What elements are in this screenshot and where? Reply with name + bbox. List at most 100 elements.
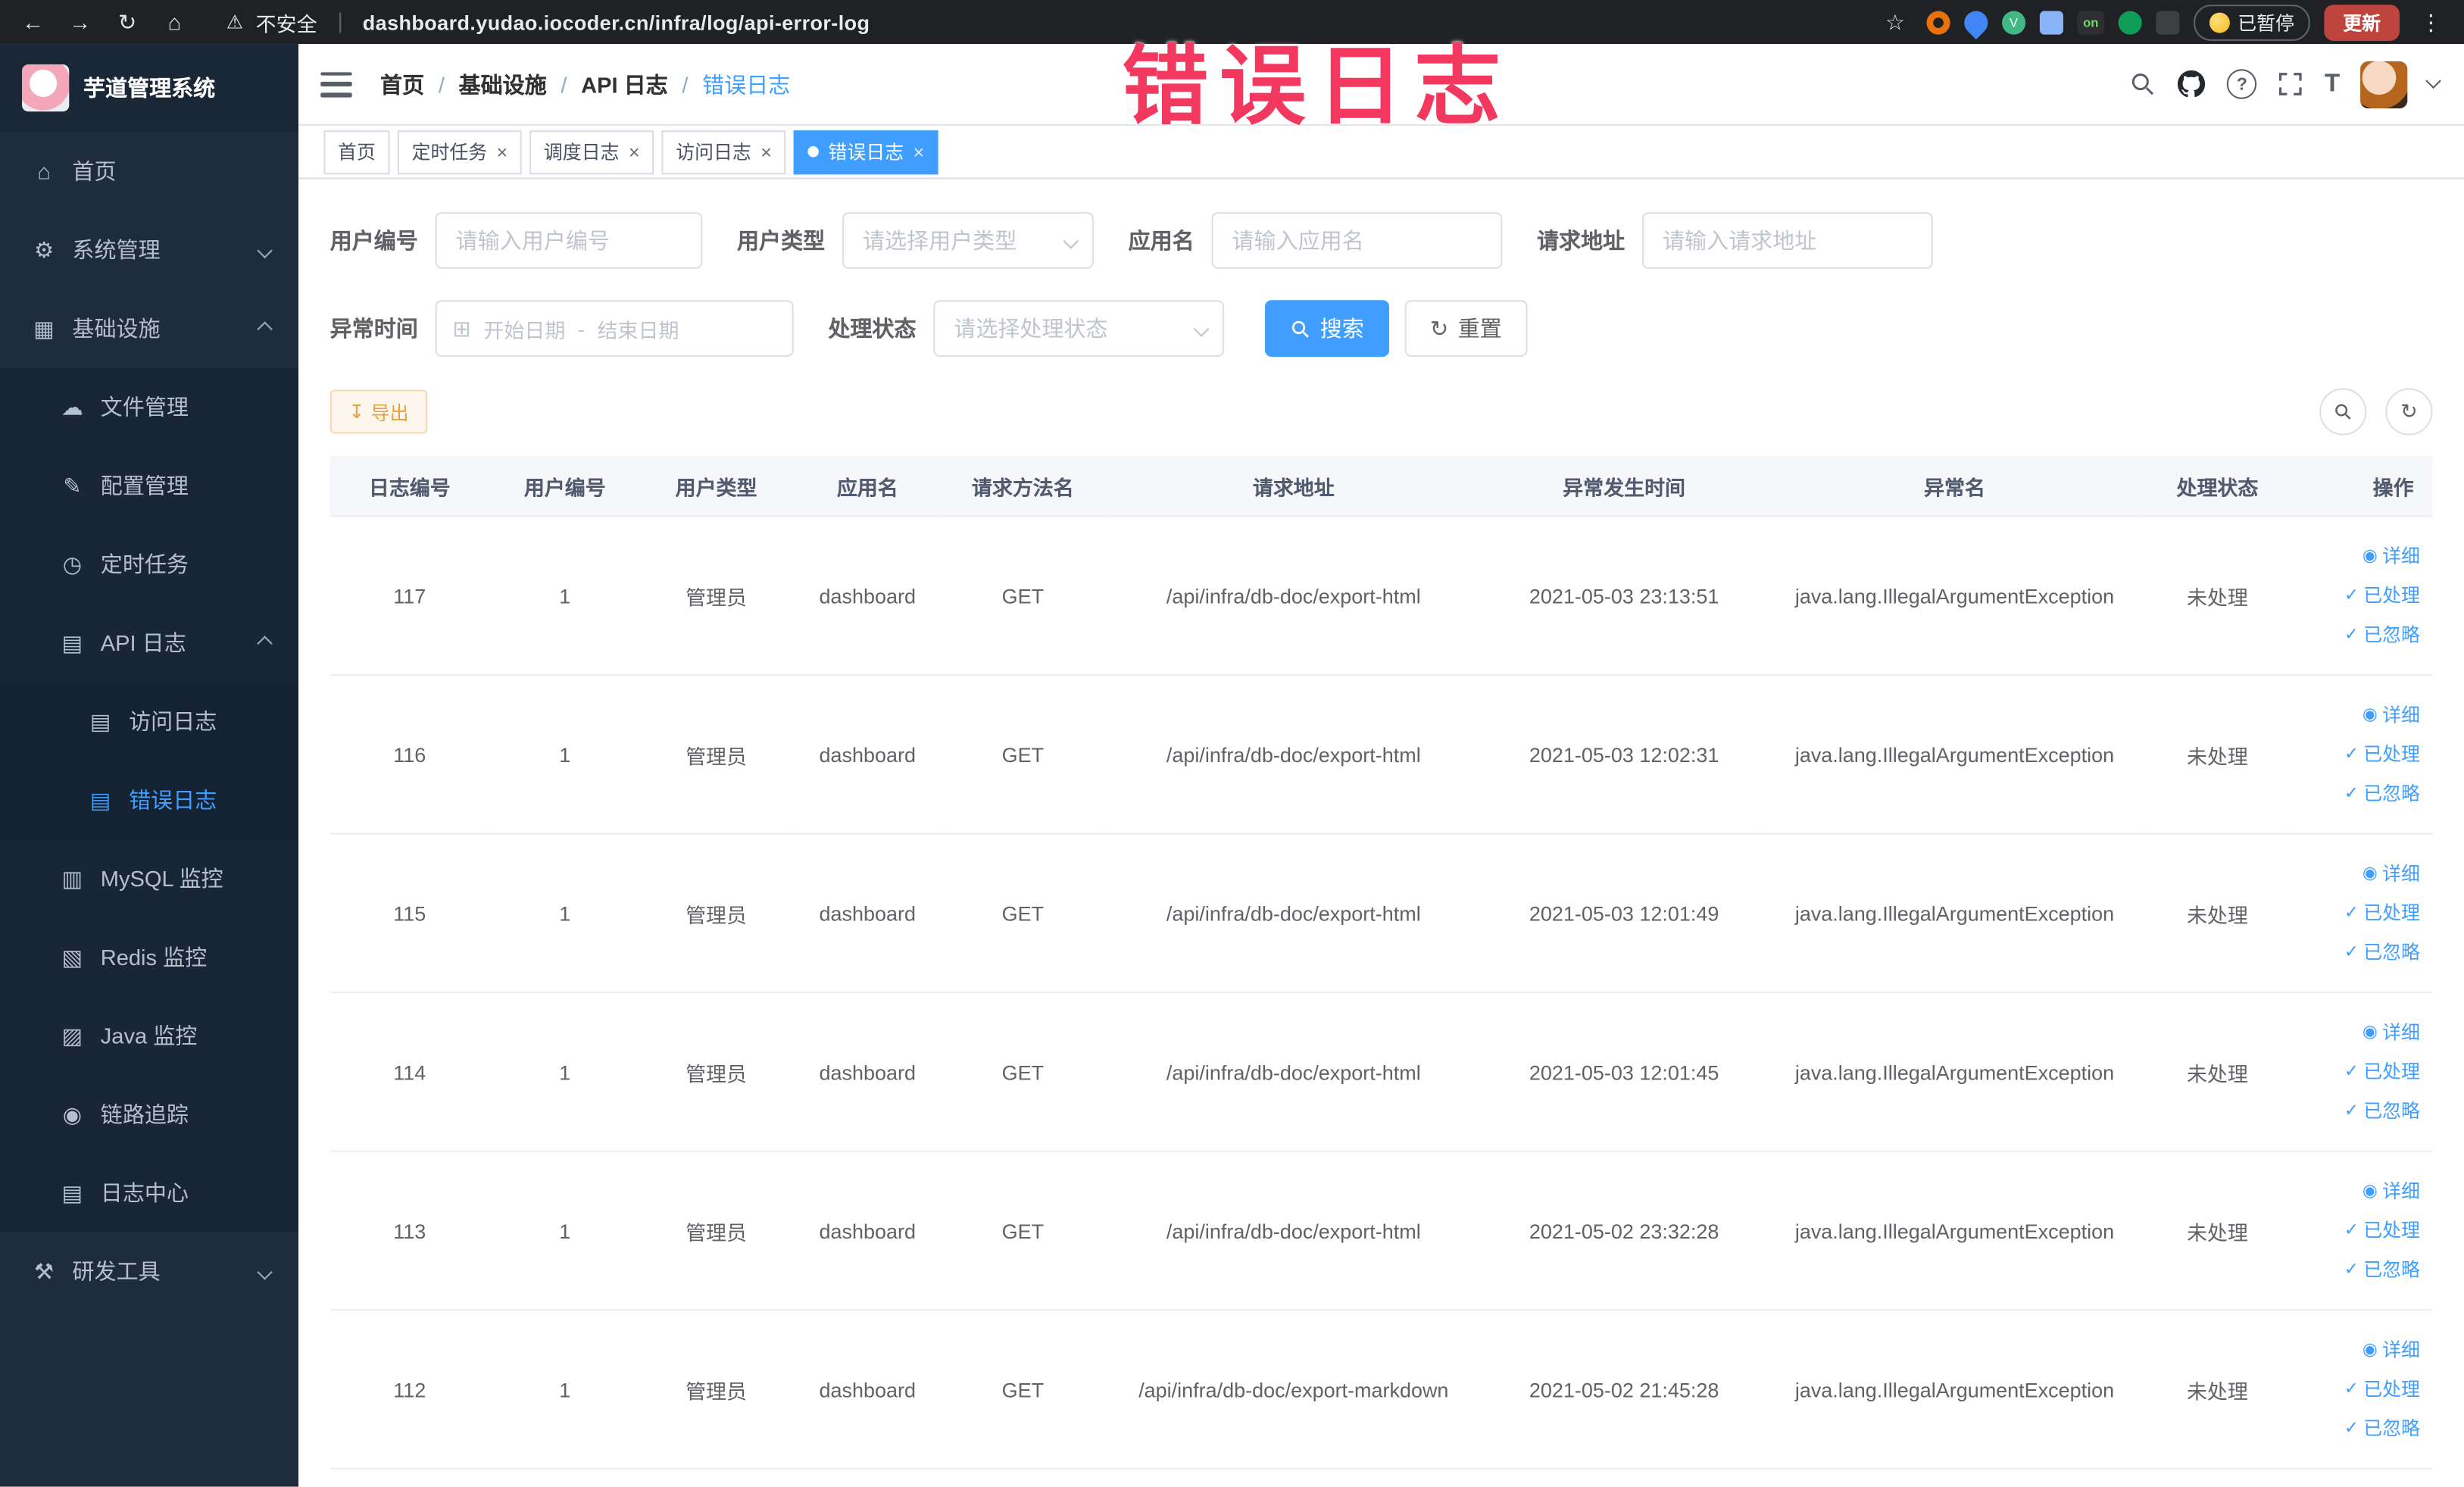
- action-detail[interactable]: ◉ 详细: [2363, 695, 2420, 735]
- bookmark-star-icon[interactable]: ☆: [1878, 8, 1913, 35]
- breadcrumb-separator: /: [438, 71, 445, 97]
- update-button[interactable]: 更新: [2324, 4, 2400, 40]
- forward-icon[interactable]: →: [63, 9, 98, 34]
- action-ignored[interactable]: ✓ 已忽略: [2344, 774, 2420, 814]
- action-ignored[interactable]: ✓ 已忽略: [2344, 1250, 2420, 1289]
- close-tab-icon[interactable]: ×: [629, 142, 640, 161]
- cell-user_id: 1: [489, 675, 641, 835]
- exception-time-range-picker[interactable]: ⊞ 开始日期 - 结束日期: [435, 300, 794, 357]
- sidebar-item-dev-tools[interactable]: ⚒ 研发工具: [0, 1232, 299, 1311]
- extension-icon-green[interactable]: [2118, 10, 2142, 34]
- sidebar-item-scheduled-tasks[interactable]: ◷ 定时任务: [0, 524, 299, 604]
- user-type-select[interactable]: 请选择用户类型: [842, 212, 1094, 269]
- help-icon[interactable]: ?: [2227, 69, 2257, 99]
- sidebar-item-access-log[interactable]: ▤ 访问日志: [0, 682, 299, 761]
- breadcrumb-item[interactable]: API 日志: [581, 68, 668, 99]
- action-detail[interactable]: ◉ 详细: [2363, 536, 2420, 576]
- logo-avatar: [22, 64, 70, 112]
- check-icon: ✓: [2344, 942, 2359, 961]
- app-name-input[interactable]: [1211, 212, 1503, 269]
- browser-home-icon[interactable]: ⌂: [157, 9, 192, 34]
- action-detail[interactable]: ◉ 详细: [2363, 1013, 2420, 1052]
- vue-devtools-icon[interactable]: V: [2002, 10, 2026, 34]
- chevron-down-icon: [257, 1264, 273, 1279]
- reload-icon[interactable]: ↻: [110, 8, 145, 35]
- tab-error-log[interactable]: 错误日志 ×: [793, 130, 938, 174]
- security-warning-icon[interactable]: ⚠: [226, 11, 243, 33]
- breadcrumb-item[interactable]: 首页: [380, 68, 424, 99]
- column-header: 日志编号: [329, 455, 489, 517]
- breadcrumb-item[interactable]: 基础设施: [459, 68, 547, 99]
- cell-app_name: dashboard: [792, 516, 944, 676]
- tab-scheduled-tasks[interactable]: 定时任务 ×: [397, 130, 522, 174]
- action-detail[interactable]: ◉ 详细: [2363, 1330, 2420, 1370]
- extension-icon-orange[interactable]: [1926, 10, 1950, 34]
- security-label[interactable]: 不安全: [256, 7, 317, 36]
- breadcrumb-item[interactable]: 错误日志: [702, 68, 790, 99]
- tab-job-log[interactable]: 调度日志 ×: [529, 130, 654, 174]
- column-header: 异常发生时间: [1485, 455, 1764, 517]
- action-processed[interactable]: ✓ 已处理: [2344, 735, 2420, 774]
- sidebar-item-system-mgmt[interactable]: ⚙ 系统管理: [0, 210, 299, 289]
- sidebar-item-error-log[interactable]: ▤ 错误日志: [0, 761, 299, 839]
- hamburger-icon[interactable]: [320, 71, 352, 97]
- toggle-search-button[interactable]: [2319, 388, 2367, 436]
- request-url-input[interactable]: [1641, 212, 1933, 269]
- close-tab-icon[interactable]: ×: [497, 142, 508, 161]
- extension-icon-on-badge[interactable]: on: [2077, 10, 2104, 34]
- user-avatar[interactable]: [2360, 60, 2408, 108]
- action-ignored[interactable]: ✓ 已忽略: [2344, 1092, 2420, 1131]
- action-ignored[interactable]: ✓ 已忽略: [2344, 1409, 2420, 1448]
- extension-icon-drop[interactable]: [1959, 5, 1993, 39]
- action-processed[interactable]: ✓ 已处理: [2344, 576, 2420, 615]
- back-icon[interactable]: ←: [16, 9, 51, 34]
- paused-badge[interactable]: 已暂停: [2194, 4, 2310, 40]
- chevron-down-icon[interactable]: [2425, 73, 2441, 89]
- tab-home[interactable]: 首页: [323, 130, 390, 174]
- action-ignored[interactable]: ✓ 已忽略: [2344, 615, 2420, 654]
- url-text[interactable]: dashboard.yudao.iocoder.cn/infra/log/api…: [363, 10, 870, 33]
- refresh-table-button[interactable]: ↻: [2385, 388, 2433, 436]
- action-label: 详细: [2382, 861, 2420, 884]
- sidebar-item-config-mgmt[interactable]: ✎ 配置管理: [0, 446, 299, 525]
- sidebar-item-infrastructure[interactable]: ▦ 基础设施: [0, 289, 299, 368]
- action-processed[interactable]: ✓ 已处理: [2344, 1052, 2420, 1092]
- app-logo[interactable]: 芋道管理系统: [0, 44, 299, 133]
- cell-exception: java.lang.IllegalArgumentException: [1763, 1151, 2146, 1311]
- action-ignored[interactable]: ✓ 已忽略: [2344, 932, 2420, 972]
- export-button[interactable]: ↧ 导出: [329, 389, 428, 434]
- kebab-menu-icon[interactable]: ⋮: [2414, 8, 2449, 35]
- sidebar-item-label: Java 监控: [100, 1023, 198, 1048]
- sidebar-item-file-mgmt[interactable]: ☁ 文件管理: [0, 367, 299, 447]
- tab-access-log[interactable]: 访问日志 ×: [661, 130, 786, 174]
- user-id-input[interactable]: [435, 212, 703, 269]
- search-icon[interactable]: [2130, 70, 2156, 97]
- sidebar-item-java-monitor[interactable]: ▨ Java 监控: [0, 996, 299, 1076]
- sidebar-item-api-log[interactable]: ▤ API 日志: [0, 603, 299, 683]
- github-icon[interactable]: [2177, 69, 2206, 98]
- cell-method: GET: [943, 833, 1103, 994]
- action-processed[interactable]: ✓ 已处理: [2344, 1211, 2420, 1250]
- doc-icon: ▤: [90, 786, 111, 812]
- pin-extension-icon[interactable]: [2156, 10, 2180, 34]
- browser-actions: ☆ V on 已暂停 更新 ⋮: [1878, 4, 2448, 40]
- font-size-icon[interactable]: T: [2325, 70, 2340, 98]
- sidebar-item-redis-monitor[interactable]: ▧ Redis 监控: [0, 917, 299, 997]
- action-processed[interactable]: ✓ 已处理: [2344, 1370, 2420, 1409]
- fullscreen-icon[interactable]: [2278, 70, 2304, 97]
- sidebar-item-mysql-monitor[interactable]: ▥ MySQL 监控: [0, 839, 299, 918]
- sidebar-item-label: 文件管理: [100, 394, 189, 420]
- close-tab-icon[interactable]: ×: [760, 142, 772, 161]
- reset-button[interactable]: ↻ 重置: [1404, 300, 1527, 357]
- search-button[interactable]: 搜索: [1265, 300, 1389, 357]
- sidebar-item-home[interactable]: ⌂ 首页: [0, 132, 299, 211]
- process-status-select[interactable]: 请选择处理状态: [933, 300, 1225, 357]
- sidebar-item-link-trace[interactable]: ◉ 链路追踪: [0, 1075, 299, 1154]
- sidebar-item-log-center[interactable]: ▤ 日志中心: [0, 1153, 299, 1232]
- api-log-icon: ▤: [61, 629, 83, 655]
- close-tab-icon[interactable]: ×: [913, 142, 925, 161]
- action-processed[interactable]: ✓ 已处理: [2344, 893, 2420, 932]
- extension-icon-grid[interactable]: [2039, 10, 2063, 34]
- action-detail[interactable]: ◉ 详细: [2363, 854, 2420, 894]
- action-detail[interactable]: ◉ 详细: [2363, 1172, 2420, 1211]
